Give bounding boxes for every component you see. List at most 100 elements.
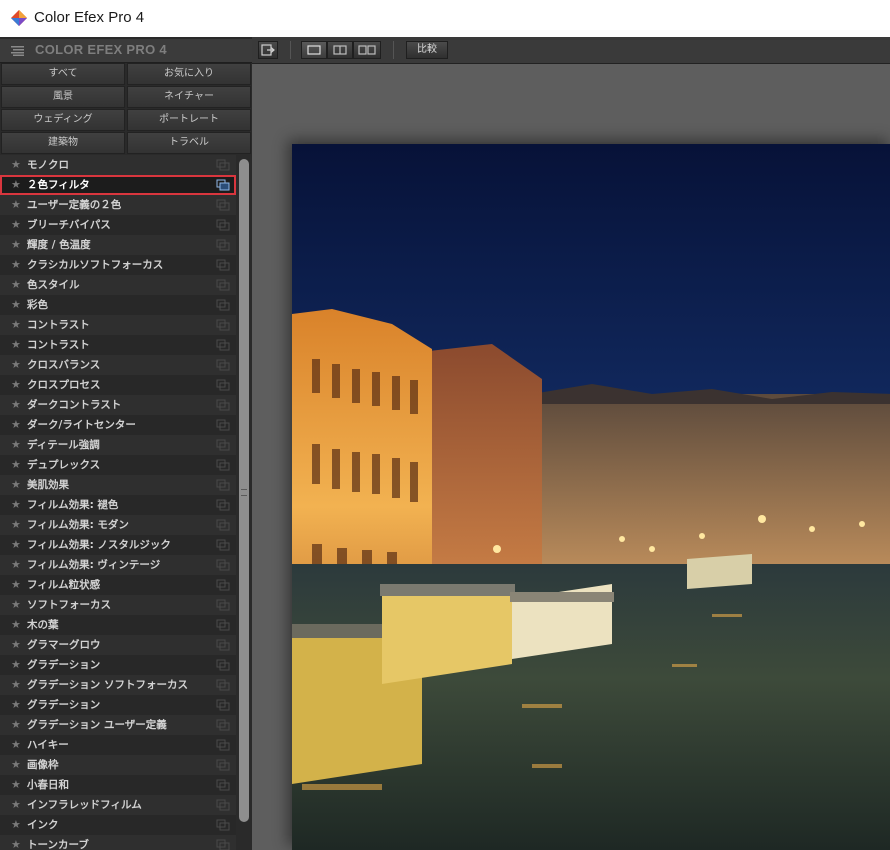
add-to-stack-icon[interactable] [216, 279, 230, 291]
add-to-stack-icon[interactable] [216, 259, 230, 271]
favorite-star-icon[interactable]: ★ [11, 318, 21, 332]
favorite-star-icon[interactable]: ★ [11, 818, 21, 832]
favorite-star-icon[interactable]: ★ [11, 718, 21, 732]
filter-item[interactable]: ★ コントラスト [0, 315, 236, 335]
favorite-star-icon[interactable]: ★ [11, 658, 21, 672]
filter-item[interactable]: ★ 彩色 [0, 295, 236, 315]
add-to-stack-icon[interactable] [216, 639, 230, 651]
favorite-star-icon[interactable]: ★ [11, 598, 21, 612]
filter-item[interactable]: ★ フィルム効果: ヴィンテージ [0, 555, 236, 575]
favorite-star-icon[interactable]: ★ [11, 338, 21, 352]
add-to-stack-icon[interactable] [216, 659, 230, 671]
add-to-stack-icon[interactable] [216, 359, 230, 371]
filter-item[interactable]: ★ ハイキー [0, 735, 236, 755]
add-to-stack-icon[interactable] [216, 419, 230, 431]
favorite-star-icon[interactable]: ★ [11, 758, 21, 772]
filter-list-scrollbar[interactable] [236, 155, 252, 850]
filter-item[interactable]: ★ 小春日和 [0, 775, 236, 795]
favorite-star-icon[interactable]: ★ [11, 578, 21, 592]
favorite-star-icon[interactable]: ★ [11, 838, 21, 850]
add-to-stack-icon[interactable] [216, 679, 230, 691]
favorite-star-icon[interactable]: ★ [11, 278, 21, 292]
filter-item[interactable]: ★ クロスプロセス [0, 375, 236, 395]
favorite-star-icon[interactable]: ★ [11, 678, 21, 692]
filter-item[interactable]: ★ ダークコントラスト [0, 395, 236, 415]
favorite-star-icon[interactable]: ★ [11, 438, 21, 452]
filter-item[interactable]: ★ インク [0, 815, 236, 835]
add-to-stack-icon[interactable] [216, 339, 230, 351]
favorite-star-icon[interactable]: ★ [11, 458, 21, 472]
add-to-stack-icon[interactable] [216, 159, 230, 171]
add-to-stack-icon[interactable] [216, 819, 230, 831]
filter-item[interactable]: ★ グラデーション [0, 695, 236, 715]
filter-item[interactable]: ★ クロスバランス [0, 355, 236, 375]
filter-item[interactable]: ★ ２色フィルタ [0, 175, 236, 195]
add-to-stack-icon[interactable] [216, 559, 230, 571]
add-to-stack-icon[interactable] [216, 319, 230, 331]
add-to-stack-icon[interactable] [216, 699, 230, 711]
filter-item[interactable]: ★ ソフトフォーカス [0, 595, 236, 615]
favorite-star-icon[interactable]: ★ [11, 218, 21, 232]
filter-item[interactable]: ★ グラデーション ユーザー定義 [0, 715, 236, 735]
filter-item[interactable]: ★ フィルム効果: モダン [0, 515, 236, 535]
favorite-star-icon[interactable]: ★ [11, 738, 21, 752]
filter-item[interactable]: ★ グラマーグロウ [0, 635, 236, 655]
category-landscape-button[interactable]: 風景 [1, 86, 125, 108]
filter-item[interactable]: ★ ブリーチバイパス [0, 215, 236, 235]
single-view-button[interactable] [301, 41, 327, 59]
filter-item[interactable]: ★ 美肌効果 [0, 475, 236, 495]
split-view-button[interactable] [327, 41, 353, 59]
add-to-stack-icon[interactable] [216, 399, 230, 411]
add-to-stack-icon[interactable] [216, 579, 230, 591]
favorite-star-icon[interactable]: ★ [11, 418, 21, 432]
filter-item[interactable]: ★ トーンカーブ [0, 835, 236, 850]
favorite-star-icon[interactable]: ★ [11, 298, 21, 312]
favorite-star-icon[interactable]: ★ [11, 478, 21, 492]
preview-image[interactable] [292, 144, 890, 850]
category-portrait-button[interactable]: ポートレート [127, 109, 251, 131]
favorite-star-icon[interactable]: ★ [11, 498, 21, 512]
filter-item[interactable]: ★ フィルム効果: 褪色 [0, 495, 236, 515]
filter-item[interactable]: ★ ユーザー定義の２色 [0, 195, 236, 215]
filter-item[interactable]: ★ インフラレッドフィルム [0, 795, 236, 815]
add-to-stack-icon[interactable] [216, 479, 230, 491]
add-to-stack-icon[interactable] [216, 239, 230, 251]
add-to-stack-icon[interactable] [216, 459, 230, 471]
favorite-star-icon[interactable]: ★ [11, 378, 21, 392]
add-to-stack-icon[interactable] [216, 379, 230, 391]
favorite-star-icon[interactable]: ★ [11, 558, 21, 572]
favorite-star-icon[interactable]: ★ [11, 178, 21, 192]
filter-item[interactable]: ★ デュプレックス [0, 455, 236, 475]
filter-item[interactable]: ★ 輝度 / 色温度 [0, 235, 236, 255]
favorite-star-icon[interactable]: ★ [11, 618, 21, 632]
category-all-button[interactable]: すべて [1, 63, 125, 85]
add-to-stack-icon[interactable] [216, 299, 230, 311]
filter-item[interactable]: ★ グラデーション ソフトフォーカス [0, 675, 236, 695]
add-to-stack-icon[interactable] [216, 179, 230, 191]
filter-item[interactable]: ★ 木の葉 [0, 615, 236, 635]
favorite-star-icon[interactable]: ★ [11, 258, 21, 272]
add-to-stack-icon[interactable] [216, 519, 230, 531]
favorite-star-icon[interactable]: ★ [11, 698, 21, 712]
filter-item[interactable]: ★ 画像枠 [0, 755, 236, 775]
add-to-stack-icon[interactable] [216, 619, 230, 631]
compare-button[interactable]: 比較 [406, 41, 448, 59]
filter-item[interactable]: ★ ディテール強調 [0, 435, 236, 455]
filter-item[interactable]: ★ グラデーション [0, 655, 236, 675]
add-to-stack-icon[interactable] [216, 439, 230, 451]
favorite-star-icon[interactable]: ★ [11, 778, 21, 792]
favorite-star-icon[interactable]: ★ [11, 638, 21, 652]
add-to-stack-icon[interactable] [216, 219, 230, 231]
category-wedding-button[interactable]: ウェディング [1, 109, 125, 131]
filter-item[interactable]: ★ 色スタイル [0, 275, 236, 295]
add-to-stack-icon[interactable] [216, 839, 230, 850]
add-to-stack-icon[interactable] [216, 199, 230, 211]
favorite-star-icon[interactable]: ★ [11, 398, 21, 412]
favorite-star-icon[interactable]: ★ [11, 358, 21, 372]
favorite-star-icon[interactable]: ★ [11, 538, 21, 552]
filter-item[interactable]: ★ モノクロ [0, 155, 236, 175]
add-to-stack-icon[interactable] [216, 779, 230, 791]
category-favorites-button[interactable]: お気に入り [127, 63, 251, 85]
filter-item[interactable]: ★ フィルム粒状感 [0, 575, 236, 595]
scrollbar-thumb[interactable] [239, 159, 249, 822]
